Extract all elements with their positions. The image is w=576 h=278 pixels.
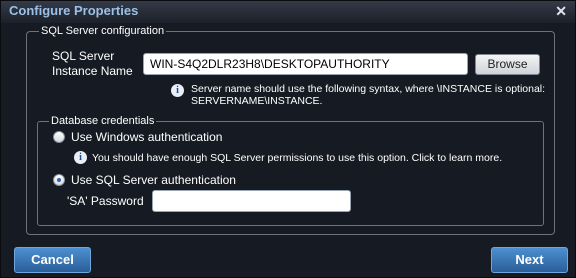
database-credentials-legend: Database credentials [49, 115, 157, 127]
instance-name-label-line1: SQL Server [52, 49, 115, 63]
instance-syntax-hint-line1: Server name should use the following syn… [191, 83, 546, 95]
sa-password-input[interactable] [152, 190, 351, 212]
sql-server-configuration-legend: SQL Server configuration [39, 25, 167, 37]
info-icon: i [171, 84, 184, 97]
instance-syntax-hint-line2: SERVERNAME\INSTANCE. [191, 95, 323, 107]
windows-auth-radio[interactable] [53, 131, 65, 143]
sql-auth-label[interactable]: Use SQL Server authentication [71, 173, 236, 187]
dialog-title: Configure Properties [9, 3, 139, 18]
instance-name-input[interactable]: WIN-S4Q2DLR23H8\DESKTOPAUTHORITY [143, 53, 468, 75]
next-button[interactable]: Next [491, 247, 568, 273]
instance-name-label-line2: Instance Name [52, 64, 133, 78]
sa-password-label: 'SA' Password [67, 194, 144, 208]
title-bar: Configure Properties ✕ [1, 1, 575, 23]
windows-auth-label[interactable]: Use Windows authentication [71, 130, 222, 144]
windows-auth-hint[interactable]: You should have enough SQL Server permis… [92, 152, 502, 164]
info-icon: i [74, 151, 87, 164]
cancel-button[interactable]: Cancel [14, 247, 91, 273]
sql-auth-radio[interactable] [53, 174, 65, 186]
close-icon[interactable]: ✕ [555, 3, 567, 20]
browse-button[interactable]: Browse [475, 54, 540, 75]
configure-properties-dialog: Configure Properties ✕ SQL Server config… [0, 0, 576, 278]
